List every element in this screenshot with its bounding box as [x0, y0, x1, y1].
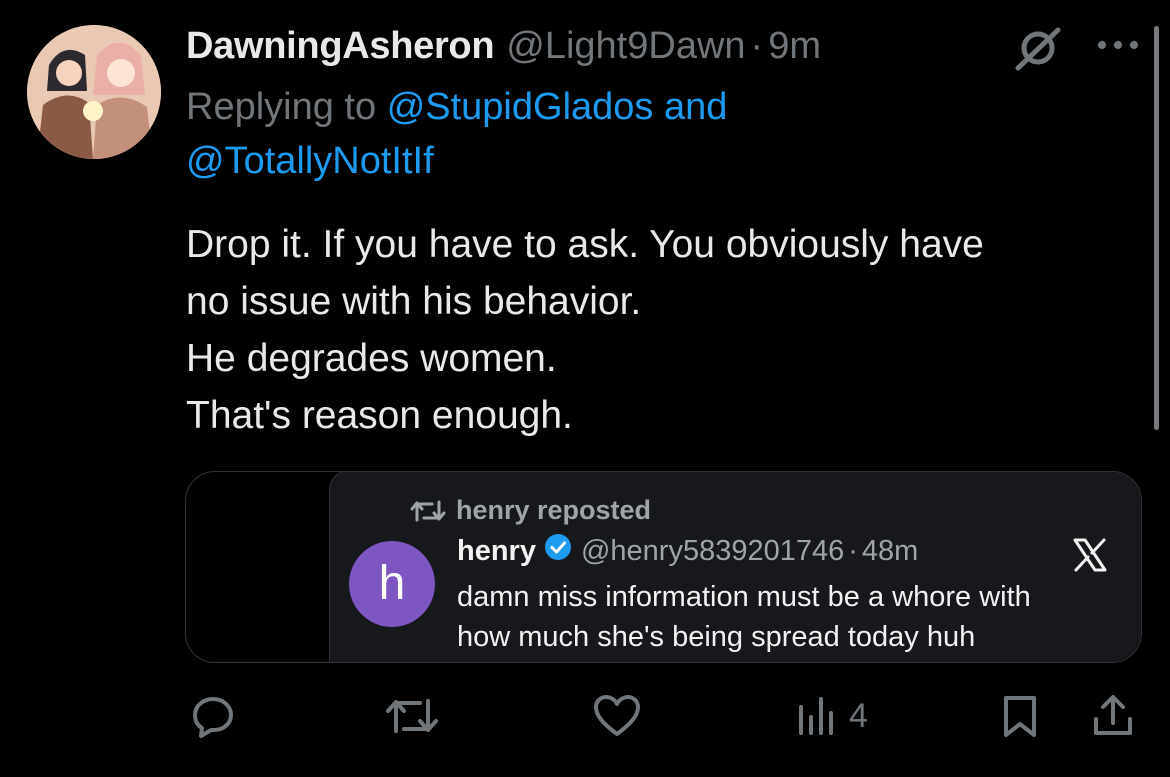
reply-icon — [193, 697, 233, 738]
like-button[interactable] — [592, 688, 642, 744]
repost-small-icon — [410, 500, 446, 521]
avatar-illustration — [27, 25, 161, 159]
more-icon[interactable] — [1094, 30, 1142, 60]
quoted-text-line: damn miss information must be a whore wi… — [457, 581, 1031, 613]
share-icon — [1094, 695, 1132, 735]
tweet-body-line: He degrades women. — [186, 337, 557, 380]
grok-icon[interactable] — [1010, 24, 1066, 72]
quoted-separator: · — [848, 534, 858, 567]
quoted-name: henry — [457, 534, 536, 567]
like-icon — [594, 695, 640, 736]
tweet-time[interactable]: 9m — [768, 24, 821, 68]
tweet-body-line: Drop it. If you have to ask. You obvious… — [186, 223, 984, 266]
repost-button[interactable] — [384, 688, 440, 744]
tweet-body: Drop it. If you have to ask. You obvious… — [186, 216, 1146, 444]
share-button[interactable] — [1090, 688, 1136, 744]
author-avatar[interactable] — [27, 25, 161, 159]
views-button[interactable]: 4 — [795, 688, 868, 744]
scrollbar[interactable] — [1154, 26, 1159, 430]
replying-prefix: Replying to — [186, 86, 377, 128]
quoted-text: damn miss information must be a whore wi… — [457, 577, 1117, 657]
repost-icon — [386, 699, 438, 733]
verified-badge-icon — [544, 533, 572, 569]
quoted-text-line: how much she's being spread today huh — [457, 621, 976, 653]
tweet-body-line: no issue with his behavior. — [186, 280, 642, 323]
quoted-handle: @henry5839201746 — [580, 534, 845, 567]
quoted-header: henry @henry5839201746 · 48m — [457, 533, 918, 569]
tweet-header: DawningAsheron @Light9Dawn · 9m — [186, 24, 821, 68]
author-name[interactable]: DawningAsheron — [186, 24, 495, 68]
reply-and[interactable]: and — [664, 86, 727, 128]
reply-mention-totallynotitif[interactable]: @TotallyNotItIf — [186, 140, 434, 182]
quoted-time: 48m — [861, 534, 919, 567]
repost-text: henry reposted — [456, 495, 652, 525]
reply-button[interactable] — [190, 688, 236, 744]
repost-indicator: henry reposted — [410, 495, 651, 526]
author-handle[interactable]: @Light9Dawn — [506, 24, 745, 68]
tweet-body-line: That's reason enough. — [186, 394, 573, 437]
views-icon — [799, 697, 833, 735]
reply-mention-stupidglados[interactable]: @StupidGlados — [387, 86, 654, 128]
quoted-avatar: h — [349, 541, 435, 627]
views-count: 4 — [849, 696, 868, 735]
replying-to: Replying to @StupidGlados and @TotallyNo… — [186, 80, 1086, 188]
bookmark-button[interactable] — [998, 688, 1042, 744]
embedded-screenshot: henry reposted h henry @henry5839201746 … — [329, 472, 1141, 662]
attached-image[interactable]: henry reposted h henry @henry5839201746 … — [185, 471, 1142, 663]
action-bar: 4 — [0, 688, 1170, 748]
header-separator: · — [750, 25, 764, 67]
x-logo-icon — [1072, 537, 1108, 573]
bookmark-icon — [1004, 696, 1036, 737]
